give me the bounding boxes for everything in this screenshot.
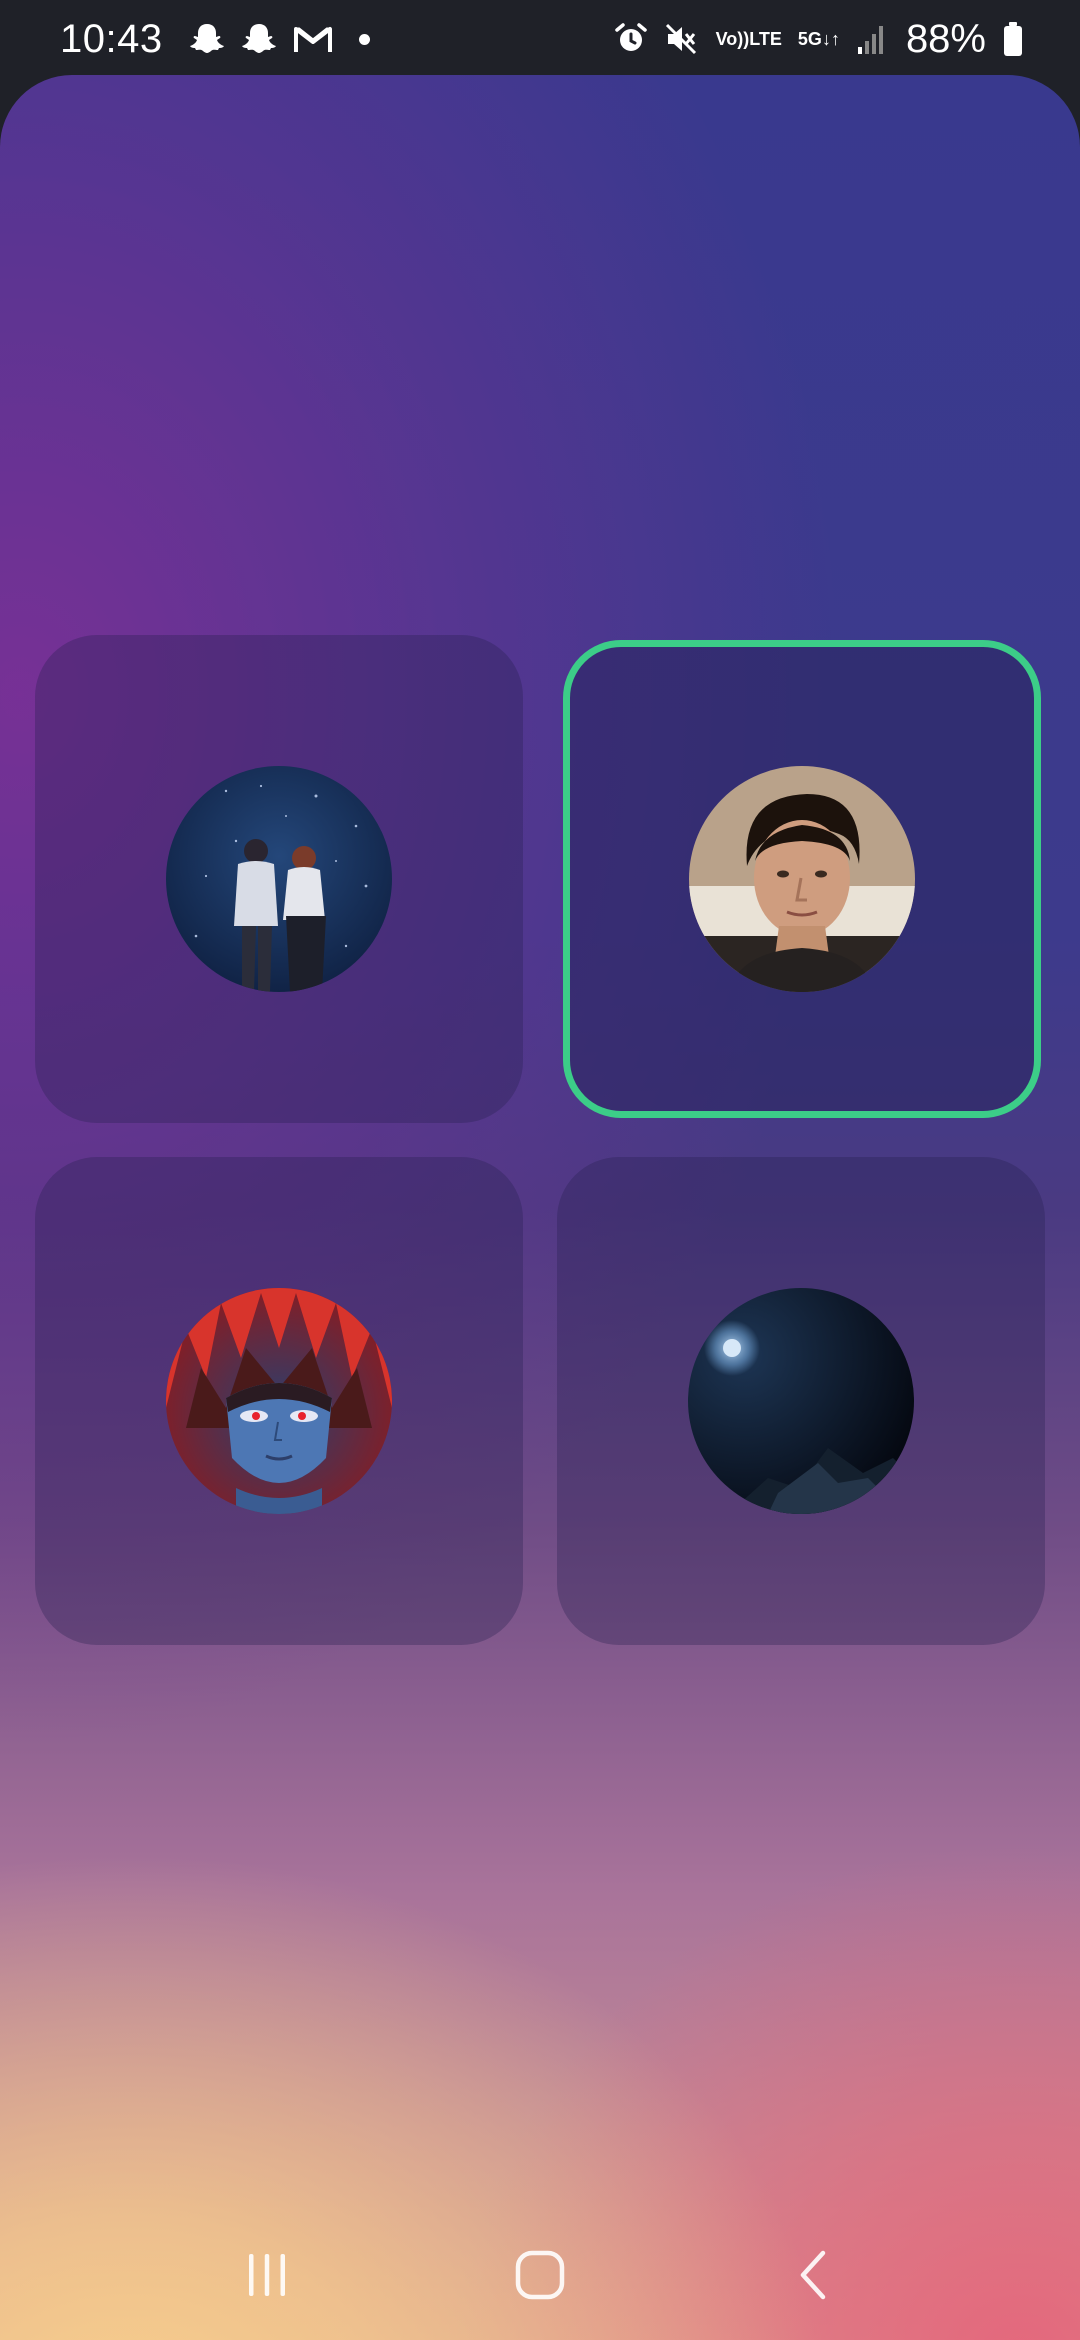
recent-apps-icon[interactable]: [217, 2225, 317, 2325]
profile-avatar-moon-landscape: [688, 1288, 914, 1514]
profile-avatar-man-portrait: [689, 766, 915, 992]
network-label: 5G: [797, 28, 822, 49]
status-bar-left: 10:43: [60, 17, 370, 62]
profile-card-3[interactable]: [35, 1157, 523, 1645]
profile-card-4[interactable]: [557, 1157, 1045, 1645]
screen: 10:43 Vo)) LTE 5G ↓↑ 88%: [0, 0, 1080, 2340]
alarm-icon: [614, 22, 648, 56]
snapchat-icon: [241, 22, 277, 56]
data-arrows-icon: ↓↑: [821, 28, 840, 49]
volte-bottom-label: LTE: [749, 28, 782, 49]
notification-dot-icon: [358, 33, 370, 45]
profile-avatar-anime-character: [166, 1288, 392, 1514]
battery-percent: 88%: [905, 16, 986, 61]
profile-card-1[interactable]: [35, 635, 523, 1123]
profile-avatar-starry-couple: [166, 766, 392, 992]
profile-card-2-selected[interactable]: [563, 640, 1041, 1118]
battery-icon: [1002, 21, 1024, 57]
volte-icon: Vo)) LTE: [715, 28, 782, 49]
clock: 10:43: [60, 16, 163, 61]
status-bar-right: Vo)) LTE 5G ↓↑ 88%: [614, 17, 1024, 62]
signal-icon: [856, 23, 886, 55]
5g-icon: 5G ↓↑: [797, 28, 840, 49]
back-icon[interactable]: [763, 2225, 863, 2325]
mute-icon: [664, 22, 700, 56]
status-bar: 10:43 Vo)) LTE 5G ↓↑ 88%: [0, 0, 1080, 78]
snapchat-icon: [189, 22, 225, 56]
app-background: [0, 75, 1080, 2340]
navigation-bar: [0, 2210, 1080, 2340]
gmail-icon: [293, 24, 333, 54]
volte-top-label: Vo)): [715, 28, 750, 49]
home-icon[interactable]: [490, 2225, 590, 2325]
